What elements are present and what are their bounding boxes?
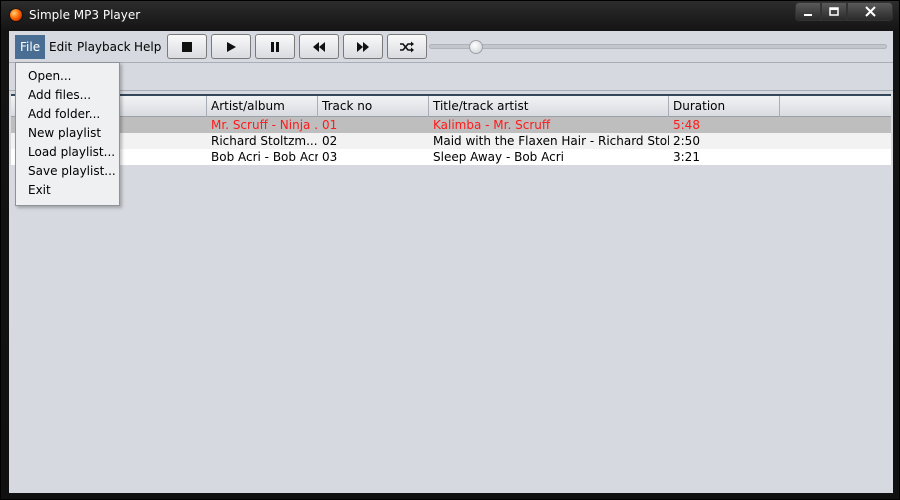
menu-item-add-folder[interactable]: Add folder... bbox=[28, 105, 100, 124]
client-area: File Edit Playback Help Artist/album Tra… bbox=[9, 31, 893, 493]
cell-track-no: 01 bbox=[322, 118, 338, 132]
menu-item-add-files[interactable]: Add files... bbox=[28, 86, 91, 105]
play-icon bbox=[227, 41, 236, 52]
stop-icon bbox=[182, 41, 192, 52]
close-button[interactable] bbox=[847, 2, 893, 21]
fast-forward-icon bbox=[357, 41, 369, 52]
rewind-button[interactable] bbox=[299, 34, 339, 59]
cell-title: Maid with the Flaxen Hair - Richard Stol… bbox=[433, 134, 669, 148]
table-row[interactable]: Bob Acri - Bob Acri 03 Sleep Away - Bob … bbox=[11, 149, 891, 165]
app-window: Simple MP3 Player File Edit Playback Hel… bbox=[0, 0, 900, 500]
toolbar-divider bbox=[9, 62, 893, 63]
table-row[interactable]: Richard Stoltzm... 02 Maid with the Flax… bbox=[11, 133, 891, 149]
minimize-icon bbox=[804, 13, 812, 16]
menu-item-open[interactable]: Open... bbox=[28, 67, 72, 86]
table-header: Artist/album Track no Title/track artist… bbox=[11, 94, 891, 117]
minimize-button[interactable] bbox=[795, 2, 821, 21]
cell-artist-album: Mr. Scruff - Ninja ... bbox=[211, 118, 318, 132]
app-icon bbox=[10, 9, 22, 21]
title-bar[interactable]: Simple MP3 Player bbox=[1, 1, 899, 31]
menu-item-exit[interactable]: Exit bbox=[28, 181, 51, 200]
play-button[interactable] bbox=[211, 34, 251, 59]
playlist-table: Artist/album Track no Title/track artist… bbox=[11, 94, 891, 165]
cell-artist-album: Bob Acri - Bob Acri bbox=[211, 150, 318, 164]
column-header-artist-album[interactable]: Artist/album bbox=[207, 96, 318, 117]
shuffle-button[interactable] bbox=[387, 34, 427, 59]
column-header-title[interactable]: Title/track artist bbox=[429, 96, 669, 117]
panel-divider bbox=[9, 90, 893, 91]
cell-title: Sleep Away - Bob Acri bbox=[433, 150, 564, 164]
file-menu-dropdown: Open... Add files... Add folder... New p… bbox=[15, 62, 120, 206]
seek-slider-thumb[interactable] bbox=[468, 40, 483, 54]
menu-bar: File Edit Playback Help bbox=[9, 31, 893, 62]
cell-duration: 2:50 bbox=[673, 134, 700, 148]
seek-slider-track[interactable] bbox=[429, 44, 887, 49]
table-row[interactable]: Mr. Scruff - Ninja ... 01 Kalimba - Mr. … bbox=[11, 117, 891, 133]
fast-forward-button[interactable] bbox=[343, 34, 383, 59]
close-icon bbox=[864, 6, 876, 17]
maximize-icon bbox=[829, 6, 839, 16]
menu-item-save-playlist[interactable]: Save playlist... bbox=[28, 162, 116, 181]
cell-artist-album: Richard Stoltzm... bbox=[211, 134, 318, 148]
shuffle-icon bbox=[400, 41, 414, 52]
window-title: Simple MP3 Player bbox=[29, 8, 141, 22]
cell-track-no: 03 bbox=[322, 150, 338, 164]
column-header-duration[interactable]: Duration bbox=[669, 96, 780, 117]
menu-playback[interactable]: Playback bbox=[72, 35, 136, 59]
menu-item-load-playlist[interactable]: Load playlist... bbox=[28, 143, 115, 162]
stop-button[interactable] bbox=[167, 34, 207, 59]
menu-item-new-playlist[interactable]: New playlist bbox=[28, 124, 101, 143]
cell-track-no: 02 bbox=[322, 134, 338, 148]
menu-help[interactable]: Help bbox=[129, 35, 166, 59]
cell-duration: 3:21 bbox=[673, 150, 700, 164]
column-header-track-no[interactable]: Track no bbox=[318, 96, 429, 117]
cell-title: Kalimba - Mr. Scruff bbox=[433, 118, 551, 132]
maximize-button[interactable] bbox=[821, 2, 847, 21]
pause-button[interactable] bbox=[255, 34, 295, 59]
cell-duration: 5:48 bbox=[673, 118, 700, 132]
rewind-icon bbox=[313, 41, 325, 52]
menu-file[interactable]: File bbox=[15, 35, 46, 59]
pause-icon bbox=[271, 41, 279, 52]
window-controls bbox=[795, 2, 893, 21]
